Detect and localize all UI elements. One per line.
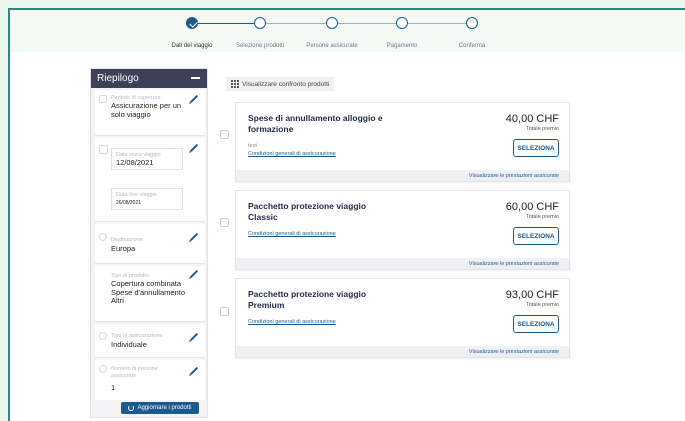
update-products-button[interactable]: Aggiornare i prodotti	[121, 402, 199, 414]
step-circle-icon	[254, 17, 266, 29]
grid-icon	[231, 80, 239, 88]
product-type-value: Copertura combinata Spese d'annullamento…	[111, 279, 185, 305]
edit-pencil-icon[interactable]	[189, 332, 199, 342]
destination-value: Europa	[111, 244, 136, 253]
check-icon	[186, 17, 198, 29]
view-benefits-link[interactable]: Visualizzare le prestazioni assicurate	[236, 170, 569, 181]
people-icon	[99, 332, 107, 340]
summary-persons: Numero di persone assicurate 1	[95, 360, 205, 400]
sidebar-header: Riepilogo	[91, 69, 207, 88]
product-card: Pacchetto protezione viaggio Premium Con…	[235, 278, 570, 358]
edit-pencil-icon[interactable]	[189, 94, 199, 104]
compare-products-label: Visualizzare confronto prodotti	[242, 80, 330, 88]
refresh-icon	[128, 405, 135, 411]
product-price: 93,00 CHF	[505, 289, 559, 301]
end-date-value: 26/08/2021	[116, 200, 142, 206]
persons-value: 1	[111, 383, 116, 392]
select-product-button[interactable]: SELEZIONA	[513, 227, 559, 245]
price-caption: Totale premio	[525, 126, 559, 132]
step-circle-icon	[396, 17, 408, 29]
step-label: Conferma	[458, 43, 486, 49]
select-product-button[interactable]: SELEZIONA	[513, 315, 559, 333]
sidebar-title: Riepilogo	[97, 73, 139, 84]
summary-destination: Destinazione Europa	[95, 224, 205, 264]
edit-pencil-icon[interactable]	[189, 366, 199, 376]
product-card: Spese di annullamento alloggio e formazi…	[235, 102, 570, 182]
calendar-icon	[99, 95, 107, 103]
globe-icon	[99, 233, 107, 241]
step-circle-icon	[466, 17, 478, 29]
terms-link[interactable]: Condizioni generali di assicurazione	[248, 151, 336, 157]
destination-caption: Destinazione	[111, 237, 143, 243]
edit-pencil-icon[interactable]	[189, 143, 199, 153]
step-conferma: Conferma	[417, 17, 527, 52]
start-date-value: 12/08/2021	[116, 158, 154, 167]
compare-checkbox[interactable]	[220, 218, 229, 227]
coverage-value: Assicurazione per un solo viaggio	[111, 101, 182, 119]
start-date-box: Data inizio viaggio 12/08/2021	[111, 148, 183, 170]
summary-sidebar: Riepilogo Periodo di copertura Assicuraz…	[90, 68, 208, 418]
product-title: Pacchetto protezione viaggio Premium	[248, 289, 367, 310]
summary-coverage: Periodo di copertura Assicurazione per u…	[95, 90, 205, 136]
product-title: Spese di annullamento alloggio e formazi…	[248, 113, 383, 134]
view-benefits-link[interactable]: Visualizzare le prestazioni assicurate	[236, 346, 569, 357]
view-benefits-link[interactable]: Visualizzare le prestazioni assicurate	[236, 258, 569, 269]
edit-pencil-icon[interactable]	[189, 269, 199, 279]
update-products-label: Aggiornare i prodotti	[137, 405, 192, 411]
page-frame: Dati del viaggio Selezione prodotti Pers…	[8, 8, 685, 421]
terms-link[interactable]: Condizioni generali di assicurazione	[248, 319, 336, 325]
person-icon	[99, 365, 107, 373]
step-label: Pagamento	[386, 43, 418, 49]
compare-checkbox[interactable]	[220, 307, 229, 316]
end-date-caption: Data fine viaggio	[116, 192, 157, 198]
product-price: 60,00 CHF	[505, 201, 559, 213]
terms-link[interactable]: Condizioni generali di assicurazione	[248, 231, 336, 237]
product-price: 40,00 CHF	[505, 113, 559, 125]
insurance-type-caption: Tipo di assicurazione	[111, 333, 163, 339]
summary-insurance-type: Tipo di assicurazione Individuale	[95, 324, 205, 358]
collapse-icon[interactable]	[191, 77, 200, 79]
product-title: Pacchetto protezione viaggio Classic	[248, 201, 367, 222]
end-date-box: Data fine viaggio 26/08/2021	[111, 188, 183, 210]
summary-dates: Data inizio viaggio 12/08/2021 Data fine…	[95, 138, 205, 222]
edit-pencil-icon[interactable]	[189, 232, 199, 242]
price-caption: Totale premio	[525, 214, 559, 220]
summary-product-type: Tipo di prodotto Copertura combinata Spe…	[95, 266, 205, 322]
calendar-icon	[99, 145, 108, 154]
progress-stepper: Dati del viaggio Selezione prodotti Pers…	[10, 10, 685, 52]
compare-products-button[interactable]: Visualizzare confronto prodotti	[226, 77, 335, 91]
product-note: test	[248, 143, 257, 149]
price-caption: Totale premio	[525, 302, 559, 308]
persons-caption: Numero di persone assicurate	[111, 366, 158, 379]
compare-checkbox[interactable]	[220, 130, 229, 139]
step-circle-icon	[326, 17, 338, 29]
product-card: Pacchetto protezione viaggio Classic Con…	[235, 190, 570, 270]
insurance-type-value: Individuale	[111, 340, 147, 349]
select-product-button[interactable]: SELEZIONA	[513, 139, 559, 157]
